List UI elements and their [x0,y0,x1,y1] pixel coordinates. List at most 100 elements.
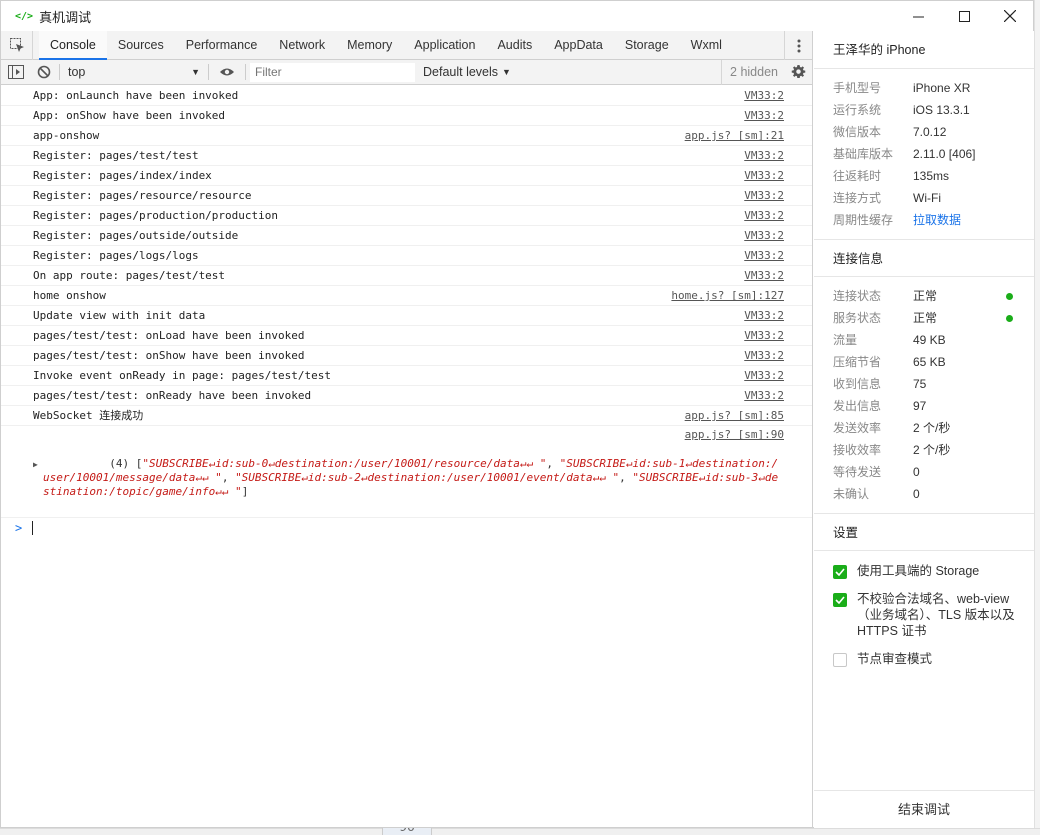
setting-option[interactable]: 使用工具端的 Storage [814,563,1034,579]
log-entry: App: onLaunch have been invoked VM33:2 [1,86,812,106]
info-label: 接收效率 [833,443,882,457]
console-settings-button[interactable] [791,60,806,85]
log-source-link[interactable]: VM33:2 [744,106,784,126]
log-entry: Update view with init data VM33:2 [1,306,812,326]
info-label: 发出信息 [833,399,882,413]
log-entry: pages/test/test: onReady have been invok… [1,386,812,406]
more-menu-button[interactable] [784,31,812,60]
remote-debug-window: </> 真机调试 Console Sources Performance Networ… [0,0,1034,828]
log-entry: Register: pages/resource/resource VM33:2 [1,186,812,206]
tab-wxml[interactable]: Wxml [680,31,733,60]
array-preview[interactable]: ▶ (4) ["SUBSCRIBE↵id:sub-0↵destination:/u… [33,443,784,513]
log-source-link[interactable]: VM33:2 [744,306,784,326]
context-selector[interactable]: top ▼ [64,60,204,85]
maximize-button[interactable] [941,1,987,31]
log-message: pages/test/test: onShow have been invoke… [33,349,305,362]
info-value: 135ms [913,169,950,183]
log-source-link[interactable]: VM33:2 [744,206,784,226]
setting-label: 节点审查模式 [857,652,933,666]
log-source-link[interactable]: VM33:2 [744,166,784,186]
log-message: Register: pages/production/production [33,209,279,222]
info-row: 压缩节省 65 KB [814,351,1034,373]
close-button[interactable] [987,1,1033,31]
tab-performance[interactable]: Performance [175,31,269,60]
log-source-link[interactable]: VM33:2 [744,366,784,386]
tab-sources[interactable]: Sources [107,31,175,60]
setting-option[interactable]: 不校验合法域名、web-view（业务域名）、TLS 版本以及 HTTPS 证书 [814,591,1034,639]
tab-application[interactable]: Application [403,31,486,60]
end-debug-button[interactable]: 结束调试 [814,790,1034,828]
close-icon [1004,10,1016,22]
status-dot-icon [1006,293,1013,300]
info-row: 收到信息 75 [814,373,1034,395]
devtools-tabbar: Console Sources Performance Network Memory Ap… [1,30,812,60]
clear-block-icon [37,65,51,79]
info-value: 2 个/秒 [913,421,951,435]
fetch-data-link[interactable]: 拉取数据 [913,209,961,231]
info-label: 微信版本 [833,125,882,139]
log-source-link[interactable]: app.js? [sm]:90 [685,427,784,443]
toggle-sidebar-button[interactable] [5,60,27,85]
log-message: app-onshow [33,129,100,142]
info-row: 连接状态 正常 [814,285,1034,307]
log-levels-dropdown[interactable]: Default levels ▼ [423,65,511,79]
tab-storage[interactable]: Storage [614,31,680,60]
log-entry: On app route: pages/test/test VM33:2 [1,266,812,286]
info-row: 发出信息 97 [814,395,1034,417]
log-message: Register: pages/outside/outside [33,229,239,242]
minimize-icon [912,16,924,17]
inspect-element-button[interactable] [1,30,33,60]
log-source-link[interactable]: VM33:2 [744,246,784,266]
tab-appdata[interactable]: AppData [543,31,614,60]
log-source-link[interactable]: app.js? [sm]:21 [685,126,784,146]
log-entry: app-onshow app.js? [sm]:21 [1,126,812,146]
info-value: 65 KB [913,355,946,369]
log-source-link[interactable]: home.js? [sm]:127 [671,286,784,306]
hidden-messages-count: 2 hidden [721,60,778,85]
toolbar-divider [245,64,246,80]
filter-input[interactable] [250,62,415,82]
log-source-link[interactable]: VM33:2 [744,386,784,406]
log-source-link[interactable]: VM33:2 [744,86,784,106]
log-source-link[interactable]: app.js? [sm]:85 [685,406,784,426]
info-label: 基础库版本 [833,147,894,161]
expand-triangle-icon[interactable]: ▶ [33,458,38,472]
info-label: 未确认 [833,487,870,501]
maximize-icon [958,10,970,22]
tab-memory[interactable]: Memory [336,31,403,60]
console-prompt[interactable]: > [1,518,812,538]
log-source-link[interactable]: VM33:2 [744,186,784,206]
info-label: 连接状态 [833,289,882,303]
clear-console-button[interactable] [33,60,55,85]
info-value: 2 个/秒 [913,443,951,457]
info-label: 收到信息 [833,377,882,391]
background-app-edge [1034,0,1040,835]
minimize-button[interactable] [895,1,941,31]
gear-icon [791,65,806,79]
log-source-link[interactable]: VM33:2 [744,146,784,166]
live-expression-button[interactable] [213,60,241,85]
connection-info-list: 连接状态 正常 服务状态 正常 流量 49 KB 压缩节省 65 KB 收到信息 75 发出信息 97… [814,277,1034,505]
info-label: 压缩节省 [833,355,882,369]
checkmark-icon [835,596,845,604]
checkbox[interactable] [833,593,847,607]
setting-option[interactable]: 节点审查模式 [814,651,1034,667]
log-message: On app route: pages/test/test [33,269,226,282]
tab-audits[interactable]: Audits [486,31,543,60]
log-source-link[interactable]: VM33:2 [744,266,784,286]
info-value: 75 [913,377,927,391]
info-row: 往返耗时 135ms [814,165,1034,187]
settings-list: 使用工具端的 Storage 不校验合法域名、web-view（业务域名）、TLS… [814,563,1034,667]
tab-console[interactable]: Console [39,30,107,60]
checkbox[interactable] [833,653,847,667]
log-source-link[interactable]: VM33:2 [744,226,784,246]
log-source-link[interactable]: VM33:2 [744,326,784,346]
info-value: 97 [913,399,927,413]
checkbox[interactable] [833,565,847,579]
log-source-link[interactable]: VM33:2 [744,346,784,366]
log-message: App: onLaunch have been invoked [33,89,239,102]
text-cursor [32,521,34,535]
tab-network[interactable]: Network [268,31,336,60]
settings-title: 设置 [814,513,1034,551]
info-row: 流量 49 KB [814,329,1034,351]
